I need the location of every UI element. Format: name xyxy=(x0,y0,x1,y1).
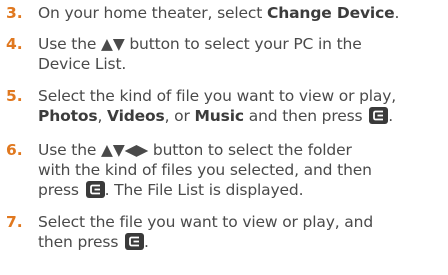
music-label: Music xyxy=(194,107,245,125)
step-text: Select the kind of file you want to view… xyxy=(38,86,442,126)
step-text-segment: and then press xyxy=(243,107,368,125)
step-text-segment: , or xyxy=(164,107,195,125)
step-line: Select the file you want to view or play… xyxy=(38,213,374,231)
step-text: On your home theater, select Change Devi… xyxy=(38,3,442,23)
enter-button-icon xyxy=(125,233,145,250)
step-line: Use the ▲▼ button to select your PC in t… xyxy=(38,35,362,53)
step-text: Use the ▲▼◀▶ button to select the folder… xyxy=(38,140,442,200)
step-text-segment: On your home theater, select xyxy=(38,4,268,22)
step-text-segment: . xyxy=(144,233,149,251)
step-number: 6. xyxy=(6,141,23,159)
step-text-segment: . The File List is displayed. xyxy=(104,181,304,199)
videos-label: Videos xyxy=(107,107,165,125)
enter-button-icon xyxy=(85,181,105,198)
step-number: 3. xyxy=(6,4,23,22)
step-line: Select the kind of file you want to view… xyxy=(38,87,397,105)
step-number: 4. xyxy=(6,35,23,53)
instruction-steps: 3. On your home theater, select Change D… xyxy=(0,0,448,275)
photos-label: Photos xyxy=(38,107,98,125)
step-text-segment: . xyxy=(394,4,400,22)
step-text: Use the ▲▼ button to select your PC in t… xyxy=(38,34,442,74)
step-text: Select the file you want to view or play… xyxy=(38,212,442,252)
change-device-label: Change Device xyxy=(267,4,395,22)
step-line: with the kind of files you selected, and… xyxy=(38,161,372,179)
step-text-segment: , xyxy=(97,107,107,125)
step-line: Use the ▲▼◀▶ button to select the folder xyxy=(38,141,352,159)
step-text-segment: press xyxy=(38,181,84,199)
step-text-segment: then press xyxy=(38,233,124,251)
step-number: 5. xyxy=(6,87,23,105)
step-number: 7. xyxy=(6,213,23,231)
step-line: Device List. xyxy=(38,55,127,73)
enter-button-icon xyxy=(369,107,389,124)
step-text-segment: . xyxy=(388,107,394,125)
